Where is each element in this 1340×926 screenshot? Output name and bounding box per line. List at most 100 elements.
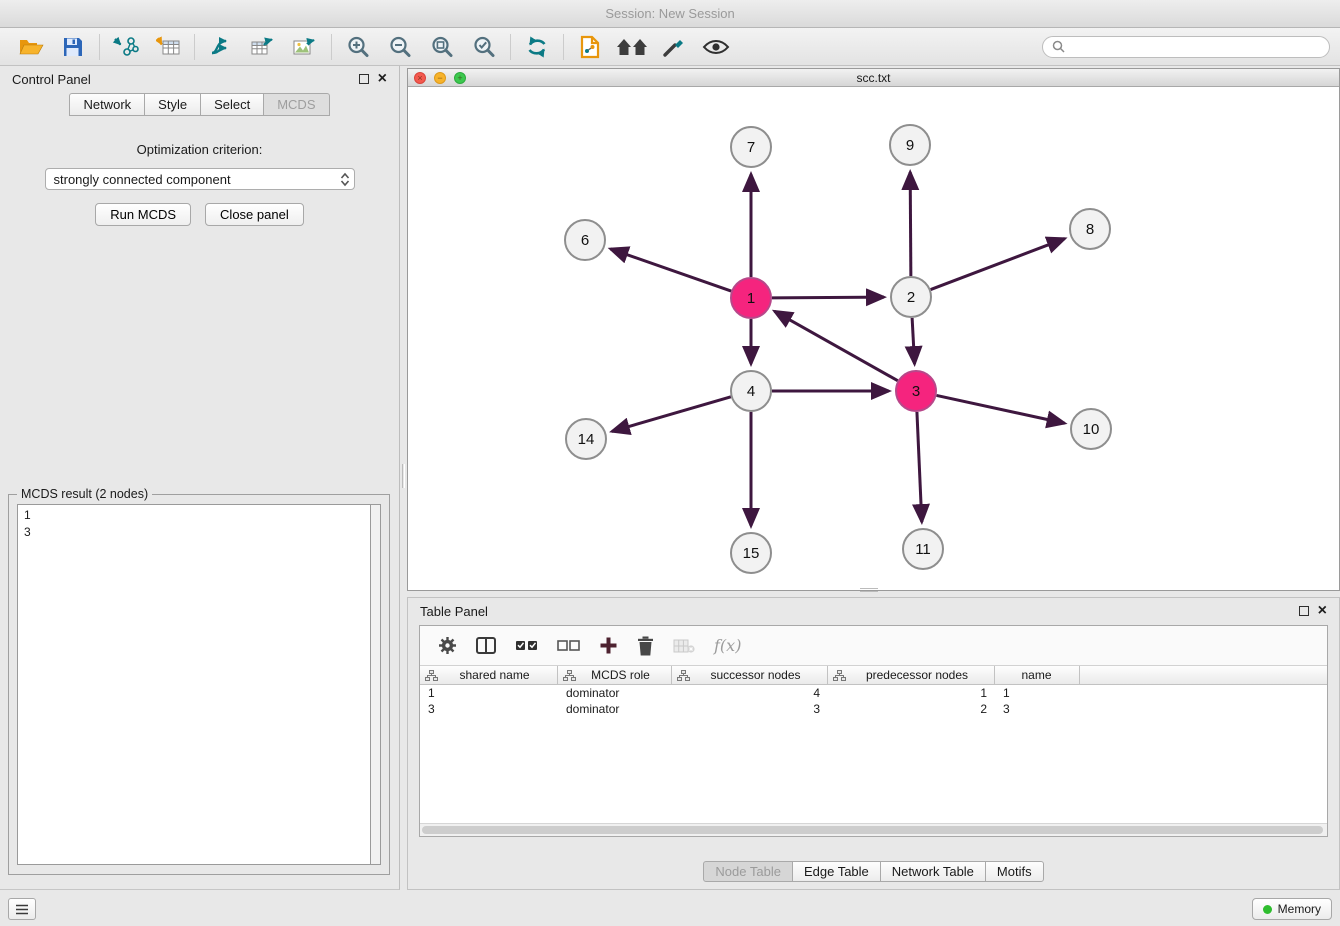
cell-name[interactable]: 1	[995, 686, 1080, 700]
refresh-button[interactable]	[516, 31, 558, 63]
graph-node-label-10: 10	[1083, 421, 1100, 438]
graph-edge-1-2[interactable]	[772, 297, 884, 298]
table-panel-title: Table Panel	[420, 604, 488, 619]
run-mcds-button[interactable]: Run MCDS	[95, 203, 191, 226]
select-all-icon	[515, 640, 538, 652]
cell-shared-name[interactable]: 1	[420, 686, 558, 700]
cell-successor-nodes[interactable]: 4	[672, 686, 828, 700]
graph-node-label-9: 9	[906, 137, 914, 154]
apply-style-icon	[662, 36, 686, 58]
mcds-result-text[interactable]: 1 3	[17, 504, 370, 865]
export-image-button[interactable]	[284, 31, 326, 63]
cell-shared-name[interactable]: 3	[420, 702, 558, 716]
deselect-all-button[interactable]	[557, 640, 580, 652]
memory-button[interactable]: Memory	[1252, 898, 1332, 920]
table-row[interactable]: 1 dominator 4 1 1	[420, 685, 1327, 701]
graph-node-label-2: 2	[907, 289, 915, 306]
visibility-button[interactable]	[695, 31, 737, 63]
table-panel: Table Panel	[407, 597, 1340, 890]
folder-open-icon	[18, 36, 44, 57]
zoom-in-button[interactable]	[337, 31, 379, 63]
home-button[interactable]	[611, 31, 653, 63]
graph-node-label-15: 15	[743, 545, 760, 562]
cell-mcds-role[interactable]: dominator	[558, 702, 672, 716]
cell-predecessor-nodes[interactable]: 2	[828, 702, 995, 716]
zoom-fit-button[interactable]	[421, 31, 463, 63]
graph-node-label-14: 14	[578, 431, 595, 448]
cell-name[interactable]: 3	[995, 702, 1080, 716]
control-panel: Control Panel Network Style Select MCDS …	[0, 66, 400, 890]
home-icon	[616, 37, 648, 57]
import-network-button[interactable]	[105, 31, 147, 63]
toggle-columns-button[interactable]	[476, 637, 496, 654]
table-settings-button[interactable]	[438, 636, 457, 655]
tab-network[interactable]: Network	[69, 93, 145, 116]
table-row[interactable]: 3 dominator 3 2 3	[420, 701, 1327, 717]
tab-node-table[interactable]: Node Table	[703, 861, 793, 882]
tab-mcds[interactable]: MCDS	[263, 93, 329, 116]
zoom-selected-icon	[472, 35, 496, 59]
search-input[interactable]	[1071, 40, 1320, 54]
network-canvas[interactable]: 7968124314101511	[408, 87, 1339, 590]
import-network-icon	[113, 36, 139, 58]
window-resize-grip[interactable]	[860, 588, 878, 592]
list-icon	[15, 904, 29, 915]
maximize-window-icon[interactable]	[454, 72, 466, 84]
tab-edge-table[interactable]: Edge Table	[792, 861, 881, 882]
result-scrollbar[interactable]	[370, 504, 381, 865]
table-horizontal-scrollbar[interactable]	[420, 823, 1327, 836]
open-file-button[interactable]	[10, 31, 52, 63]
style-document-icon	[579, 35, 601, 59]
graph-node-label-7: 7	[747, 139, 755, 156]
network-window-titlebar[interactable]: scc.txt	[408, 69, 1339, 87]
style-document-button[interactable]	[569, 31, 611, 63]
window-titlebar[interactable]: Session: New Session	[0, 0, 1340, 28]
graph-edge-2-8[interactable]	[931, 239, 1065, 290]
close-panel-button[interactable]: Close panel	[205, 203, 304, 226]
import-table-button[interactable]	[147, 31, 189, 63]
export-network-button[interactable]	[200, 31, 242, 63]
panel-splitter[interactable]	[400, 66, 407, 890]
node-table: f(x) shared name MCDS role successor nod…	[419, 625, 1328, 837]
close-panel-icon[interactable]	[378, 74, 387, 84]
export-table-button[interactable]	[242, 31, 284, 63]
graph-edge-4-14[interactable]	[612, 397, 731, 432]
column-header-shared-name[interactable]: shared name	[420, 666, 558, 685]
cell-successor-nodes[interactable]: 3	[672, 702, 828, 716]
column-header-predecessor-nodes[interactable]: predecessor nodes	[828, 666, 995, 685]
cell-mcds-role[interactable]: dominator	[558, 686, 672, 700]
graph-edge-3-10[interactable]	[937, 395, 1065, 423]
graph-edge-1-6[interactable]	[610, 249, 731, 291]
cell-predecessor-nodes[interactable]: 1	[828, 686, 995, 700]
table-panel-tabs: Node Table Edge Table Network Table Moti…	[408, 861, 1339, 882]
add-row-button[interactable]	[599, 636, 618, 655]
graph-edge-3-11[interactable]	[917, 412, 922, 522]
tab-select[interactable]: Select	[200, 93, 264, 116]
float-panel-icon[interactable]	[359, 74, 369, 84]
minimize-window-icon[interactable]	[434, 72, 446, 84]
tab-style[interactable]: Style	[144, 93, 201, 116]
zoom-out-button[interactable]	[379, 31, 421, 63]
graph-edge-3-1[interactable]	[775, 311, 898, 380]
close-table-panel-icon[interactable]	[1318, 606, 1327, 616]
zoom-selected-button[interactable]	[463, 31, 505, 63]
columns-icon	[476, 637, 496, 654]
graph-edge-2-9[interactable]	[910, 172, 911, 276]
tab-motifs[interactable]: Motifs	[985, 861, 1044, 882]
save-icon	[63, 37, 83, 57]
close-window-icon[interactable]	[414, 72, 426, 84]
search-box[interactable]	[1042, 36, 1330, 58]
column-header-successor-nodes[interactable]: successor nodes	[672, 666, 828, 685]
delete-row-button[interactable]	[637, 636, 654, 656]
apply-style-button[interactable]	[653, 31, 695, 63]
graph-node-label-3: 3	[912, 383, 920, 400]
tab-network-table[interactable]: Network Table	[880, 861, 986, 882]
float-table-panel-icon[interactable]	[1299, 606, 1309, 616]
column-header-mcds-role[interactable]: MCDS role	[558, 666, 672, 685]
panel-menu-button[interactable]	[8, 898, 36, 920]
graph-edge-2-3[interactable]	[912, 318, 914, 364]
save-session-button[interactable]	[52, 31, 94, 63]
select-all-button[interactable]	[515, 640, 538, 652]
column-header-name[interactable]: name	[995, 666, 1080, 685]
criterion-select[interactable]: strongly connected component	[45, 168, 355, 190]
